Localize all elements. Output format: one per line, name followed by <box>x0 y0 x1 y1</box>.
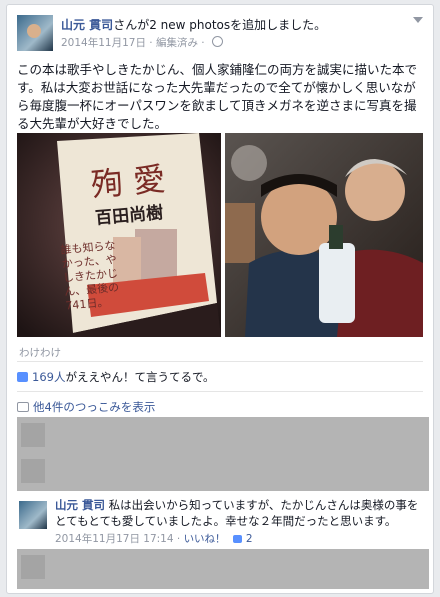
obscured-avatar <box>21 459 45 483</box>
photo-grid: 殉 愛 百田尚樹 誰も知らなかった、やしきたかじん、最後の741日。 <box>17 133 423 337</box>
people-photo-graphic <box>225 133 423 337</box>
story-meta: 2014年11月17日 · 編集済み · <box>61 35 223 50</box>
like-text: がええやん！て言うてるで。 <box>65 370 215 384</box>
divider <box>17 391 423 392</box>
comment-like-count[interactable]: 2 <box>246 533 253 545</box>
photo-book-cover[interactable]: 殉 愛 百田尚樹 誰も知らなかった、やしきたかじん、最後の741日。 <box>17 133 221 337</box>
view-more-comments-label[interactable]: 他4件のつっこみを表示 <box>33 400 155 414</box>
comment-meta: 2014年11月17日 17:14 · いいね！ 2 <box>55 531 253 546</box>
edited-label[interactable]: · 編集済み · <box>149 37 204 49</box>
comment-like-link[interactable]: いいね！ <box>184 533 226 545</box>
story-header: 山元 貫司さんが2 new photosを追加しました。 2014年11月17日… <box>17 15 423 55</box>
obscured-comments-block <box>17 417 429 491</box>
obscured-avatar <box>21 423 45 447</box>
story-options-chevron-icon[interactable] <box>413 17 423 23</box>
commenter-avatar[interactable] <box>19 501 47 529</box>
thumbs-up-icon <box>17 372 28 382</box>
author-name-link[interactable]: 山元 貫司 <box>61 18 113 32</box>
comment-body: 私は出会いから知っていますが、たかじんさんは奥様の事をとてもとても愛していました… <box>55 498 419 528</box>
author-avatar[interactable] <box>17 15 53 51</box>
comment-time[interactable]: 2014年11月17日 17:14 · <box>55 533 180 545</box>
photo-caption: わけわけ <box>19 347 61 359</box>
post-date[interactable]: 2014年11月17日 <box>61 37 146 49</box>
obscured-avatar <box>21 555 45 579</box>
divider <box>17 361 423 362</box>
comment-text: 山元 貫司 私は出会いから知っていますが、たかじんさんは奥様の事をとてもとても愛… <box>55 497 423 529</box>
book-band-text: 誰も知らなかった、やしきたかじん、最後の741日。 <box>60 238 120 313</box>
photo-people-wine[interactable] <box>225 133 423 337</box>
obscured-comments-block <box>17 549 429 589</box>
commenter-name-link[interactable]: 山元 貫司 <box>55 498 105 512</box>
like-count-link[interactable]: 169人 <box>32 370 65 384</box>
view-more-comments-link[interactable]: 他4件のつっこみを表示 <box>17 399 155 415</box>
story-title: 山元 貫司さんが2 new photosを追加しました。 <box>61 16 326 33</box>
privacy-globe-icon[interactable] <box>212 36 223 47</box>
comment-bubble-icon <box>17 402 29 412</box>
news-feed-story: 山元 貫司さんが2 new photosを追加しました。 2014年11月17日… <box>6 4 434 594</box>
comment-like-icon <box>232 535 242 543</box>
post-text: この本は歌手やしきたかじん、個人家鋪隆仁の両方を誠実に描いた本です。私は大変お世… <box>17 62 418 131</box>
story-action-text: さんが2 new photosを追加しました。 <box>113 18 327 32</box>
like-sentence: 169人がええやん！て言うてるで。 <box>17 369 215 385</box>
